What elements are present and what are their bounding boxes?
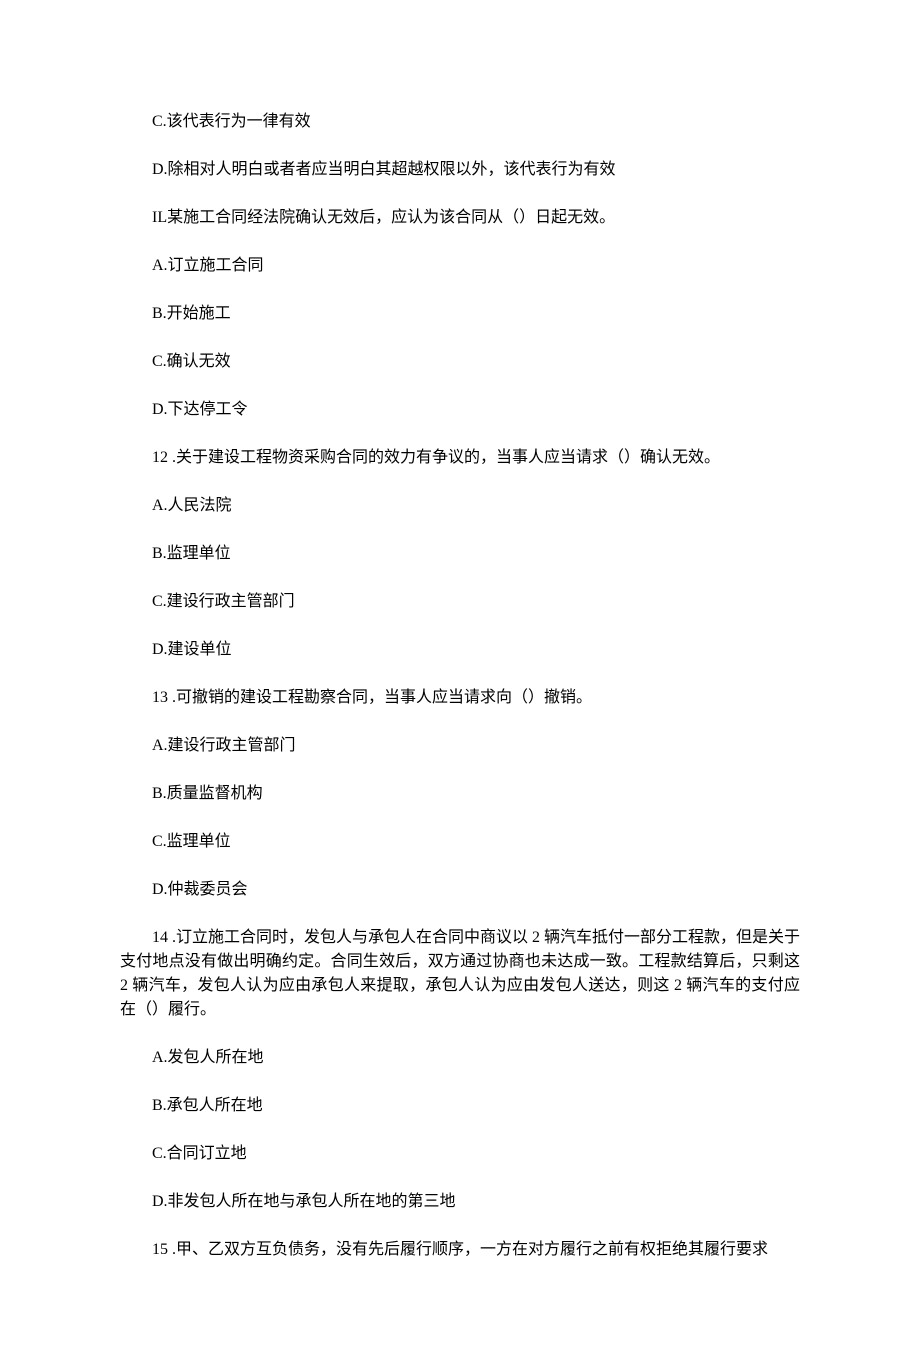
q12-stem: 12 .关于建设工程物资采购合同的效力有争议的，当事人应当请求（）确认无效。: [120, 446, 800, 470]
q13-option-b: B.质量监督机构: [120, 782, 800, 806]
q14-option-b: B.承包人所在地: [120, 1094, 800, 1118]
q13-option-d: D.仲裁委员会: [120, 878, 800, 902]
q11-option-b: B.开始施工: [120, 302, 800, 326]
q13-option-c: C.监理单位: [120, 830, 800, 854]
q15-stem: 15 .甲、乙双方互负债务，没有先后履行顺序，一方在对方履行之前有权拒绝其履行要…: [120, 1238, 800, 1262]
q14-stem: 14 .订立施工合同时，发包人与承包人在合同中商议以 2 辆汽车抵付一部分工程款…: [120, 926, 800, 1022]
q12-option-c: C.建设行政主管部门: [120, 590, 800, 614]
q13-option-a: A.建设行政主管部门: [120, 734, 800, 758]
q13-stem: 13 .可撤销的建设工程勘察合同，当事人应当请求向（）撤销。: [120, 686, 800, 710]
q10-option-d: D.除相对人明白或者者应当明白其超越权限以外，该代表行为有效: [120, 158, 800, 182]
q12-option-b: B.监理单位: [120, 542, 800, 566]
q10-option-c: C.该代表行为一律有效: [120, 110, 800, 134]
q12-option-a: A.人民法院: [120, 494, 800, 518]
q14-option-a: A.发包人所在地: [120, 1046, 800, 1070]
q14-option-d: D.非发包人所在地与承包人所在地的第三地: [120, 1190, 800, 1214]
q11-stem: IL某施工合同经法院确认无效后，应认为该合同从（）日起无效。: [120, 206, 800, 230]
q11-option-d: D.下达停工令: [120, 398, 800, 422]
q11-option-a: A.订立施工合同: [120, 254, 800, 278]
q11-option-c: C.确认无效: [120, 350, 800, 374]
q14-option-c: C.合同订立地: [120, 1142, 800, 1166]
q12-option-d: D.建设单位: [120, 638, 800, 662]
document-page: C.该代表行为一律有效 D.除相对人明白或者者应当明白其超越权限以外，该代表行为…: [0, 0, 920, 1346]
